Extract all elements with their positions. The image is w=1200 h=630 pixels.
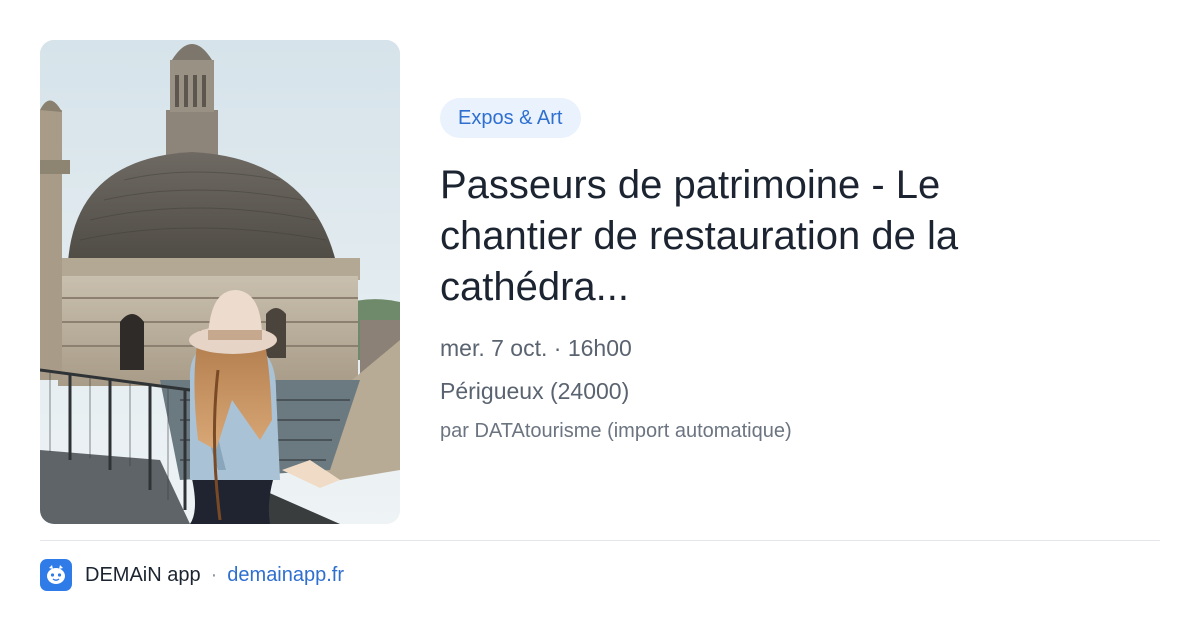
site-link[interactable]: demainapp.fr <box>227 564 344 587</box>
cathedral-photo <box>40 40 400 524</box>
footer: DEMAiN app · demainapp.fr <box>40 558 344 592</box>
event-image[interactable] <box>40 40 400 524</box>
event-title[interactable]: Passeurs de patrimoine - Le chantier de … <box>440 160 1060 313</box>
event-date: mer. 7 oct. · 16h00 <box>440 335 632 361</box>
footer-separator: · <box>210 563 218 586</box>
demain-app-icon <box>40 559 72 591</box>
category-badge[interactable]: Expos & Art <box>440 98 581 138</box>
event-source: par DATAtourisme (import automatique) <box>440 420 792 442</box>
event-details: Expos & Art Passeurs de patrimoine - Le … <box>440 98 1160 443</box>
app-name: DEMAiN app <box>85 563 201 586</box>
footer-divider <box>40 540 1160 541</box>
event-location: Périgueux (24000) <box>440 378 630 404</box>
